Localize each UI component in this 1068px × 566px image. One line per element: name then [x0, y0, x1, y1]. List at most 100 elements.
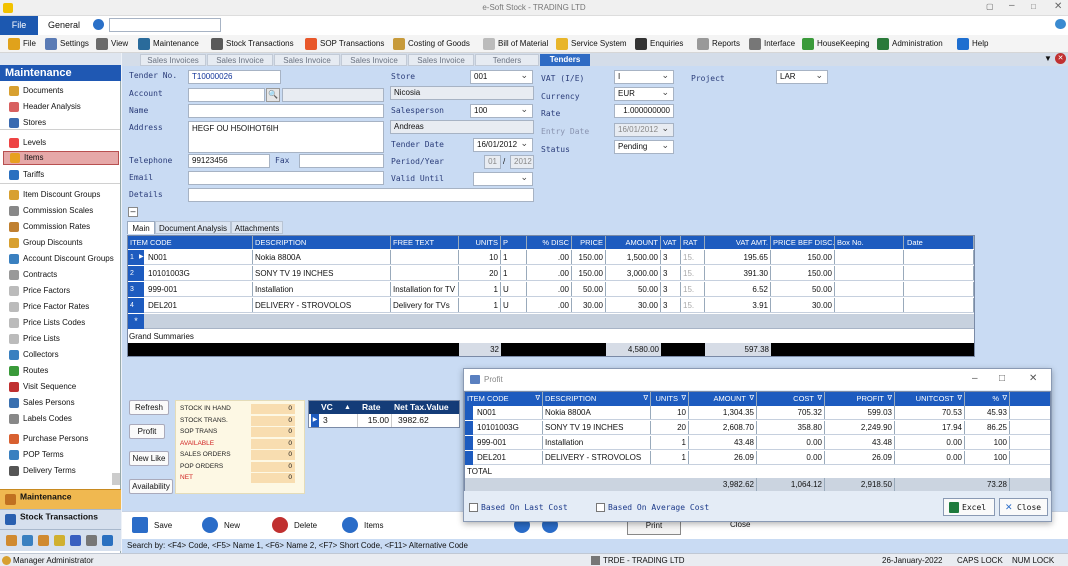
cell-price[interactable]: 150.00	[572, 266, 606, 280]
profit-cell-unitcost[interactable]: 17.94	[895, 421, 965, 434]
cell-code[interactable]: N001	[146, 250, 253, 264]
minimize-button[interactable]: –	[1009, 0, 1015, 11]
profit-cell-profit[interactable]: 2,249.90	[825, 421, 895, 434]
toolbar-reports-button[interactable]: Reports	[697, 38, 740, 50]
filter-icon[interactable]: ∇	[817, 392, 822, 405]
toolbar-costing-of-goods-button[interactable]: Costing of Goods	[393, 38, 470, 50]
profit-cell-unitcost[interactable]: 0.00	[895, 436, 965, 449]
profit-header--[interactable]: % ∇	[965, 392, 1010, 406]
cell-empty[interactable]	[905, 298, 974, 312]
tab-sales-invoices[interactable]: Sales Invoices	[140, 54, 206, 66]
chat-icon[interactable]	[1055, 19, 1066, 29]
table-row[interactable]: 2 10101003G SONY TV 19 INCHES 20 1.00 150.00 3…	[128, 266, 974, 281]
grid-header-amount[interactable]: AMOUNT	[606, 236, 661, 249]
toolbar-settings-button[interactable]: Settings	[45, 38, 89, 50]
tab-close-icon[interactable]: ✕	[1055, 53, 1066, 64]
sidebar-item-delivery-terms[interactable]: Delivery Terms	[3, 463, 119, 478]
salesperson-select[interactable]: 100	[470, 103, 533, 118]
subtab-main[interactable]: Main	[127, 221, 155, 234]
grid-header-rat[interactable]: RAT	[681, 236, 705, 249]
close-button[interactable]: ✕	[1054, 1, 1062, 12]
cell-empty[interactable]	[905, 266, 974, 280]
profit-cell-desc[interactable]: Installation	[543, 436, 651, 449]
cell-vatamt[interactable]: 391.30	[705, 266, 771, 280]
sidebar-item-account-discount-groups[interactable]: Account Discount Groups	[3, 251, 119, 266]
refresh-button[interactable]: Refresh	[129, 400, 169, 415]
save-button[interactable]: Save	[130, 515, 194, 535]
rate-input[interactable]: 1.000000000	[614, 104, 674, 118]
address-textarea[interactable]: HEGF OU H5OIHOT6IH	[188, 121, 384, 153]
name-input[interactable]	[188, 104, 384, 118]
new-row[interactable]: *	[128, 314, 974, 329]
cell-amount[interactable]: 50.00	[606, 282, 661, 296]
profit-button[interactable]: Profit	[129, 424, 165, 439]
cell-disc[interactable]: .00	[527, 250, 572, 264]
shortcut-icon[interactable]	[38, 535, 49, 546]
table-row[interactable]: 10101003G SONY TV 19 INCHES 20 2,608.70 358.…	[465, 421, 1050, 435]
project-select[interactable]: LAR	[776, 69, 828, 84]
profit-cell-profit[interactable]: 599.03	[825, 406, 895, 419]
filter-icon[interactable]: ∇	[643, 392, 648, 405]
grid-header-price[interactable]: PRICE	[572, 236, 606, 249]
grid-header-p[interactable]: P	[501, 236, 527, 249]
filter-icon[interactable]: ∇	[957, 392, 962, 405]
profit-cell-desc[interactable]: DELIVERY - STROVOLOS	[543, 451, 651, 464]
sidebar-item-contracts[interactable]: Contracts	[3, 267, 119, 282]
toolbar-stock-transactions-button[interactable]: Stock Transactions	[211, 38, 294, 50]
cell-free[interactable]	[391, 266, 459, 280]
details-input[interactable]	[188, 188, 534, 202]
tab-sales-invoice[interactable]: Sales Invoice	[341, 54, 407, 66]
cell-vatamt[interactable]: 3.91	[705, 298, 771, 312]
sidebar-item-price-factors[interactable]: Price Factors	[3, 283, 119, 298]
grid-header-date[interactable]: Date	[905, 236, 974, 249]
profit-header-profit[interactable]: PROFIT ∇	[825, 392, 895, 406]
profit-cell-pct[interactable]: 86.25	[965, 421, 1010, 434]
restore-icon[interactable]: ▢	[986, 2, 994, 11]
profit-cell-amount[interactable]: 2,608.70	[689, 421, 757, 434]
year-input[interactable]: 2012	[510, 155, 534, 169]
profit-minimize[interactable]: –	[972, 373, 978, 384]
cell-desc[interactable]: DELIVERY - STROVOLOS	[253, 298, 391, 312]
tabs-dropdown-icon[interactable]: ▼	[1044, 54, 1052, 63]
profit-cell-pct[interactable]: 100	[965, 436, 1010, 449]
cell-units[interactable]: 1	[459, 282, 501, 296]
currency-select[interactable]: EUR	[614, 86, 674, 101]
cell-amount[interactable]: 30.00	[606, 298, 661, 312]
sidebar-item-collectors[interactable]: Collectors	[3, 347, 119, 362]
cell-disc[interactable]: .00	[527, 298, 572, 312]
table-row[interactable]: N001 Nokia 8800A 10 1,304.35 705.32 599.03 70.…	[465, 406, 1050, 420]
account-input[interactable]	[188, 88, 265, 102]
sidebar-bottom-stock[interactable]: Stock Transactions	[0, 509, 121, 529]
filter-icon[interactable]: ∇	[749, 392, 754, 405]
grid-header-free-text[interactable]: FREE TEXT	[391, 236, 459, 249]
toolbar-housekeeping-button[interactable]: HouseKeeping	[802, 38, 869, 50]
profit-header-unitcost[interactable]: UNITCOST ∇	[895, 392, 965, 406]
cell-code[interactable]: 999-001	[146, 282, 253, 296]
cell-vat[interactable]: 3	[661, 250, 681, 264]
general-menu[interactable]: General	[48, 20, 80, 30]
profit-cell-units[interactable]: 20	[651, 421, 689, 434]
cell-p[interactable]: 1	[501, 266, 527, 280]
cell-code[interactable]: DEL201	[146, 298, 253, 312]
profit-cell-units[interactable]: 1	[651, 451, 689, 464]
profit-cell-desc[interactable]: SONY TV 19 INCHES	[543, 421, 651, 434]
cell-pbd[interactable]: 30.00	[771, 298, 835, 312]
collapse-button[interactable]: –	[128, 207, 138, 217]
cell-vat[interactable]: 3	[661, 266, 681, 280]
cell-price[interactable]: 50.00	[572, 282, 606, 296]
profit-maximize[interactable]: □	[999, 373, 1005, 384]
profit-cell-cost[interactable]: 705.32	[757, 406, 825, 419]
profit-header-cost[interactable]: COST ∇	[757, 392, 825, 406]
grid-header-units[interactable]: UNITS	[459, 236, 501, 249]
toolbar-administration-button[interactable]: Administration	[877, 38, 943, 50]
table-row[interactable]: 4 DEL201 DELIVERY - STROVOLOS Delivery for …	[128, 298, 974, 313]
sidebar-item-documents[interactable]: Documents	[3, 83, 119, 98]
cell-empty[interactable]	[905, 282, 974, 296]
profit-cell-amount[interactable]: 1,304.35	[689, 406, 757, 419]
shortcut-icon[interactable]	[54, 535, 65, 546]
tab-tenders[interactable]: Tenders	[475, 54, 539, 66]
cell-desc[interactable]: Nokia 8800A	[253, 250, 391, 264]
tender-date-picker[interactable]: 16/01/2012	[473, 137, 533, 152]
valid-until-picker[interactable]	[473, 171, 533, 186]
sidebar-item-pop-terms[interactable]: POP Terms	[3, 447, 119, 462]
